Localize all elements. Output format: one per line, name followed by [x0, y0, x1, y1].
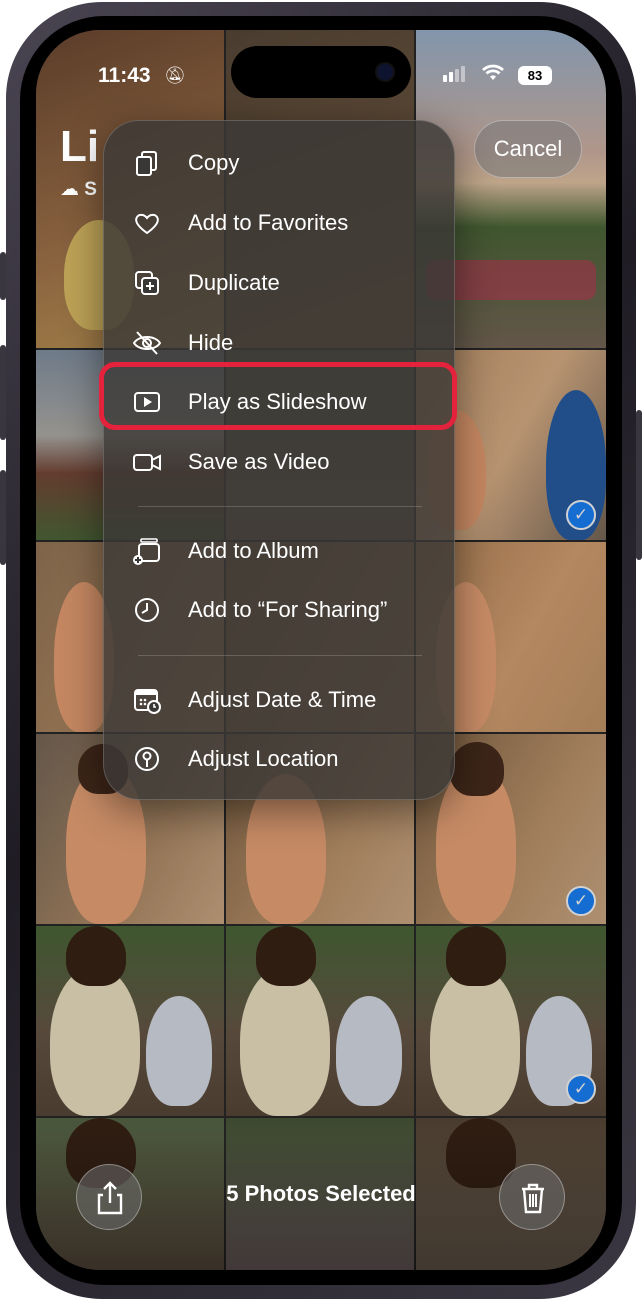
- menu-item-add-to-for-sharing[interactable]: Add to “For Sharing”: [104, 581, 456, 639]
- copy-icon: [136, 151, 157, 176]
- menu-item-label: Duplicate: [188, 270, 280, 295]
- menu-item-label: Adjust Location: [188, 746, 339, 771]
- eye-slash-icon: [132, 331, 162, 355]
- menu-item-duplicate[interactable]: Duplicate: [104, 254, 456, 312]
- heart-icon: [135, 213, 159, 235]
- menu-item-adjust-date-time[interactable]: Adjust Date & Time: [104, 671, 456, 729]
- volume-down-button: [0, 470, 6, 565]
- location-info-icon: [135, 747, 159, 771]
- menu-item-label: Adjust Date & Time: [188, 687, 377, 712]
- menu-item-add-to-album[interactable]: Add to Album: [104, 522, 456, 580]
- menu-item-adjust-location[interactable]: Adjust Location: [104, 730, 456, 788]
- menu-separator: [138, 655, 422, 656]
- bell-slash-icon: 🔕︎: [164, 66, 186, 86]
- menu-item-copy[interactable]: Copy: [104, 134, 456, 192]
- highlight-annotation: [99, 362, 457, 430]
- page-title: Li: [60, 122, 100, 171]
- dynamic-island: [231, 46, 411, 98]
- cancel-button[interactable]: Cancel: [474, 120, 582, 178]
- status-bar: 11:43 🔕︎ 83: [36, 30, 606, 110]
- menu-item-label: Add to “For Sharing”: [188, 597, 388, 622]
- menu-item-label: Hide: [188, 330, 234, 355]
- battery-indicator: 83: [518, 66, 552, 85]
- duplicate-icon: [135, 271, 159, 295]
- delete-button[interactable]: [499, 1164, 565, 1230]
- context-menu: Copy Add to Favorites Duplicate Hide Pla…: [99, 120, 457, 800]
- trash-icon: [522, 1183, 544, 1214]
- wifi-icon: [481, 63, 505, 88]
- action-button: [0, 252, 6, 300]
- subtitle-text: S: [84, 179, 97, 200]
- menu-item-add-to-favorites[interactable]: Add to Favorites: [104, 194, 456, 252]
- power-button: [636, 410, 642, 560]
- menu-item-save-as-video[interactable]: Save as Video: [104, 433, 456, 491]
- add-album-icon: [133, 538, 160, 565]
- page-subtitle: ☁ S: [60, 178, 97, 201]
- menu-item-label: Add to Favorites: [188, 210, 349, 235]
- calendar-clock-icon: [134, 689, 161, 714]
- video-icon: [133, 454, 161, 471]
- menu-item-label: Save as Video: [188, 449, 330, 474]
- cloud-icon: ☁: [60, 178, 79, 200]
- screen: ✓ ✓ ✓ 11:43 🔕︎ 83 Li ☁ S Cancel Copy Add…: [36, 30, 606, 1270]
- clock-icon: [135, 598, 159, 622]
- menu-item-label: Add to Album: [188, 538, 319, 563]
- volume-up-button: [0, 345, 6, 440]
- status-time: 11:43: [98, 64, 151, 87]
- menu-item-label: Copy: [188, 150, 240, 175]
- menu-separator: [138, 506, 422, 507]
- camera-icon: [377, 64, 393, 80]
